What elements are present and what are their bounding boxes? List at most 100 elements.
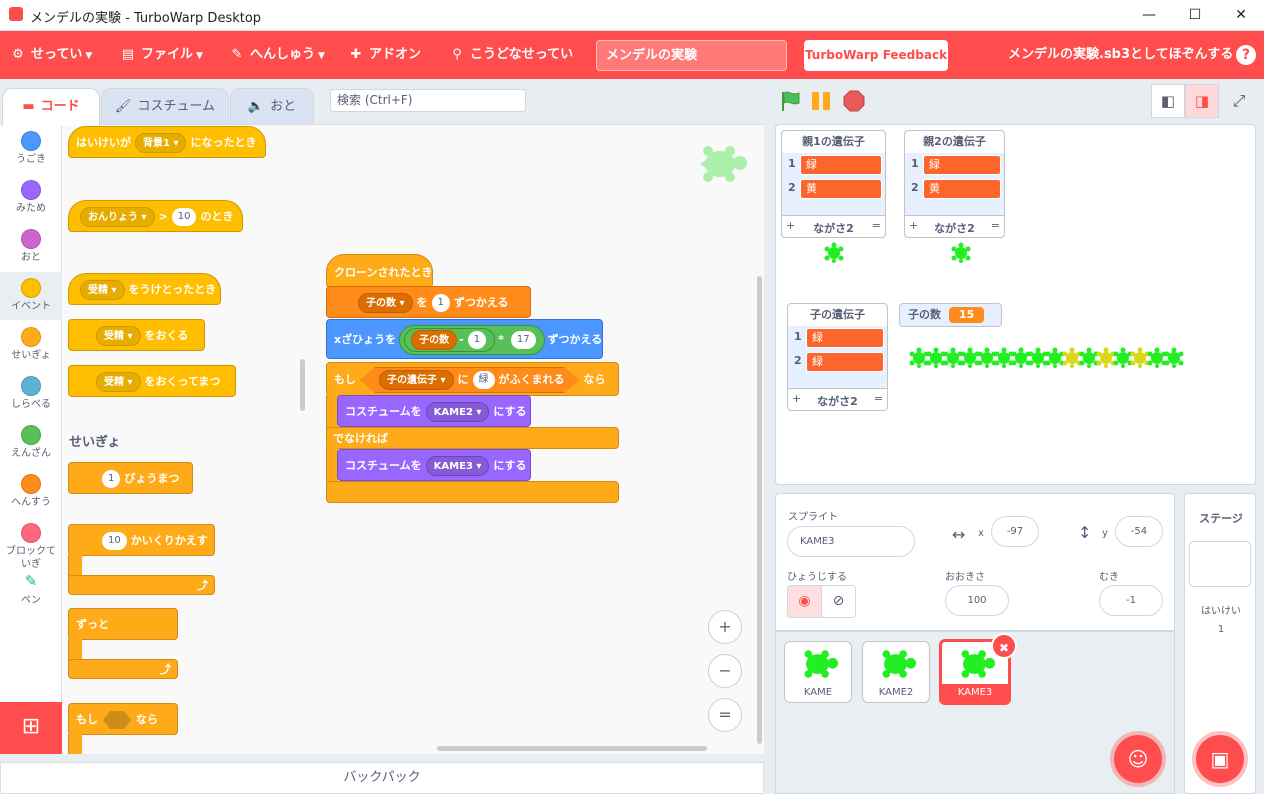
normal-stage-button[interactable]: ◨ xyxy=(1185,84,1219,118)
variable-reporter[interactable]: 子の数 xyxy=(411,330,458,350)
block-broadcast[interactable]: 受精 ▾ をおくる xyxy=(68,319,205,351)
help-button[interactable]: ? xyxy=(1236,45,1256,65)
value-input[interactable]: 17 xyxy=(510,331,536,349)
maximize-button[interactable]: ☐ xyxy=(1183,4,1207,26)
category-8[interactable]: ブロックて いぎ xyxy=(0,517,62,570)
size-input[interactable]: 100 xyxy=(945,585,1009,616)
resize-handle[interactable]: = xyxy=(872,219,881,232)
fullscreen-icon[interactable]: ⤢ xyxy=(1226,88,1252,114)
costume-dropdown[interactable]: KAME3 ▾ xyxy=(425,456,490,476)
save-button[interactable]: メンデルの実験.sb3としてほぞんする xyxy=(1008,31,1233,79)
category-0[interactable]: うごき xyxy=(0,125,62,173)
loudness-dropdown[interactable]: おんりょう ▾ xyxy=(80,207,155,227)
project-title-input[interactable]: メンデルの実験 xyxy=(596,40,787,71)
variable-dropdown[interactable]: 子の数 ▾ xyxy=(358,293,413,313)
feedback-button[interactable]: TurboWarp Feedback xyxy=(804,40,948,71)
menu-settings[interactable]: ⚙ せってい ▼ xyxy=(10,31,92,79)
block-when-receive[interactable]: 受精 ▾ をうけとったとき xyxy=(68,273,221,305)
add-sprite-button[interactable]: ☺ xyxy=(1114,735,1162,783)
block-switch-costume-2[interactable]: コスチュームを KAME3 ▾ にする xyxy=(337,449,531,481)
close-button[interactable]: ✕ xyxy=(1229,4,1253,26)
list-contains-condition[interactable]: 子の遺伝子 ▾ に緑がふくまれる xyxy=(360,367,580,393)
category-6[interactable]: えんざん xyxy=(0,419,62,467)
zoom-reset-button[interactable]: = xyxy=(708,698,742,732)
list-dropdown[interactable]: 子の遺伝子 ▾ xyxy=(379,370,454,390)
message-dropdown[interactable]: 受精 ▾ xyxy=(96,326,141,346)
pause-icon[interactable] xyxy=(811,90,833,112)
stop-icon[interactable] xyxy=(843,90,865,112)
backpack[interactable]: バックパック xyxy=(0,762,764,794)
x-position-input[interactable]: -97 xyxy=(991,516,1039,547)
block-forever[interactable]: ずっと xyxy=(68,608,178,640)
block-broadcast-and-wait[interactable]: 受精 ▾ をおくってまつ xyxy=(68,365,236,397)
tab-code[interactable]: ▬ コード xyxy=(2,88,100,126)
menu-edit[interactable]: ✎ へんしゅう ▼ xyxy=(229,31,325,79)
resize-handle[interactable]: = xyxy=(991,219,1000,232)
resize-handle[interactable]: = xyxy=(874,392,883,405)
value-input[interactable]: 10 xyxy=(102,532,127,550)
menu-file[interactable]: ▤ ファイル ▼ xyxy=(120,31,203,79)
operator-minus[interactable]: 子の数 -1 xyxy=(404,328,496,352)
block-when-loudness[interactable]: おんりょう ▾ >10 のとき xyxy=(68,200,243,232)
backdrop-thumbnail[interactable] xyxy=(1189,541,1251,587)
category-4[interactable]: せいぎょ xyxy=(0,321,62,369)
menu-addons[interactable]: ✚ アドオン xyxy=(348,31,421,79)
stage-selector[interactable]: ステージ はいけい 1 ▣ xyxy=(1184,493,1256,794)
script-area[interactable]: クローンされたとき 子の数 ▾ を 1 ずつかえる xざひょうを 子の数 -1 * 17 ずつか… xyxy=(312,124,764,754)
value-input[interactable]: 緑 xyxy=(472,371,495,389)
list-value[interactable]: 黄 xyxy=(923,179,1001,199)
direction-input[interactable]: -1 xyxy=(1099,585,1163,616)
value-input[interactable]: 1 xyxy=(431,294,450,312)
minimize-button[interactable]: — xyxy=(1137,4,1161,26)
message-dropdown[interactable]: 受精 ▾ xyxy=(80,280,125,300)
block-if[interactable]: もし なら xyxy=(68,703,178,735)
delete-sprite-button[interactable]: ✖ xyxy=(991,633,1017,659)
costume-dropdown[interactable]: KAME2 ▾ xyxy=(425,402,490,422)
block-repeat[interactable]: 10 かいくりかえす xyxy=(68,524,215,556)
block-when-backdrop-switches[interactable]: はいけいが 背景1 ▾ になったとき xyxy=(68,126,266,158)
block-wait[interactable]: 1 びょうまつ xyxy=(68,462,193,494)
search-input[interactable]: 検索 (Ctrl+F) xyxy=(330,89,526,112)
category-9[interactable]: ✎ ペン xyxy=(0,566,62,614)
block-when-cloned[interactable]: クローンされたとき xyxy=(326,254,433,288)
list-value[interactable]: 緑 xyxy=(806,352,884,372)
palette-scrollbar[interactable] xyxy=(300,359,305,411)
green-flag-icon[interactable] xyxy=(780,90,802,112)
sprite-card-kame2[interactable]: KAME2 xyxy=(862,641,930,703)
stage[interactable]: 親1の遺伝子 1緑 2黄 + ながさ2 = 親2の遺伝子 1緑 2黄 + ながさ2 = … xyxy=(775,124,1256,485)
sprite-card-kame[interactable]: KAME xyxy=(784,641,852,703)
list-value[interactable]: 緑 xyxy=(806,328,884,348)
show-sprite-button[interactable]: ◉ xyxy=(787,585,822,618)
script-vertical-scrollbar[interactable] xyxy=(757,276,762,744)
hide-sprite-button[interactable]: ⊘ xyxy=(821,585,856,618)
zoom-in-button[interactable]: + xyxy=(708,610,742,644)
tab-sound[interactable]: 🔈 おと xyxy=(230,88,314,125)
list-value[interactable]: 緑 xyxy=(923,155,1001,175)
menu-advanced[interactable]: ⚲ こうどなせってい xyxy=(449,31,573,79)
block-change-x[interactable]: xざひょうを 子の数 -1 * 17 ずつかえる xyxy=(326,319,603,359)
add-extension-button[interactable]: ⊞ xyxy=(0,702,62,754)
small-stage-button[interactable]: ◧ xyxy=(1151,84,1185,118)
block-change-variable[interactable]: 子の数 ▾ を 1 ずつかえる xyxy=(326,286,531,318)
add-backdrop-button[interactable]: ▣ xyxy=(1196,735,1244,783)
boolean-slot[interactable] xyxy=(103,711,131,729)
block-switch-costume-1[interactable]: コスチュームを KAME2 ▾ にする xyxy=(337,395,531,427)
value-input[interactable]: 10 xyxy=(171,208,197,226)
script-horizontal-scrollbar[interactable] xyxy=(437,746,707,751)
backdrop-dropdown[interactable]: 背景1 ▾ xyxy=(135,133,187,153)
message-dropdown[interactable]: 受精 ▾ xyxy=(96,372,141,392)
list-value[interactable]: 緑 xyxy=(800,155,882,175)
zoom-out-button[interactable]: − xyxy=(708,654,742,688)
value-input[interactable]: 1 xyxy=(467,331,487,349)
block-if-else[interactable]: もし 子の遺伝子 ▾ に緑がふくまれる なら xyxy=(326,362,619,396)
category-1[interactable]: みため xyxy=(0,174,62,222)
sprite-name-input[interactable]: KAME3 xyxy=(787,526,915,557)
category-7[interactable]: へんすう xyxy=(0,468,62,516)
y-position-input[interactable]: -54 xyxy=(1115,516,1163,547)
tab-costume[interactable]: 🖌 コスチューム xyxy=(101,88,229,125)
operator-multiply[interactable]: 子の数 -1 * 17 xyxy=(399,325,545,355)
category-3[interactable]: イベント xyxy=(0,272,62,320)
category-5[interactable]: しらべる xyxy=(0,370,62,418)
category-2[interactable]: おと xyxy=(0,223,62,271)
list-value[interactable]: 黄 xyxy=(800,179,882,199)
